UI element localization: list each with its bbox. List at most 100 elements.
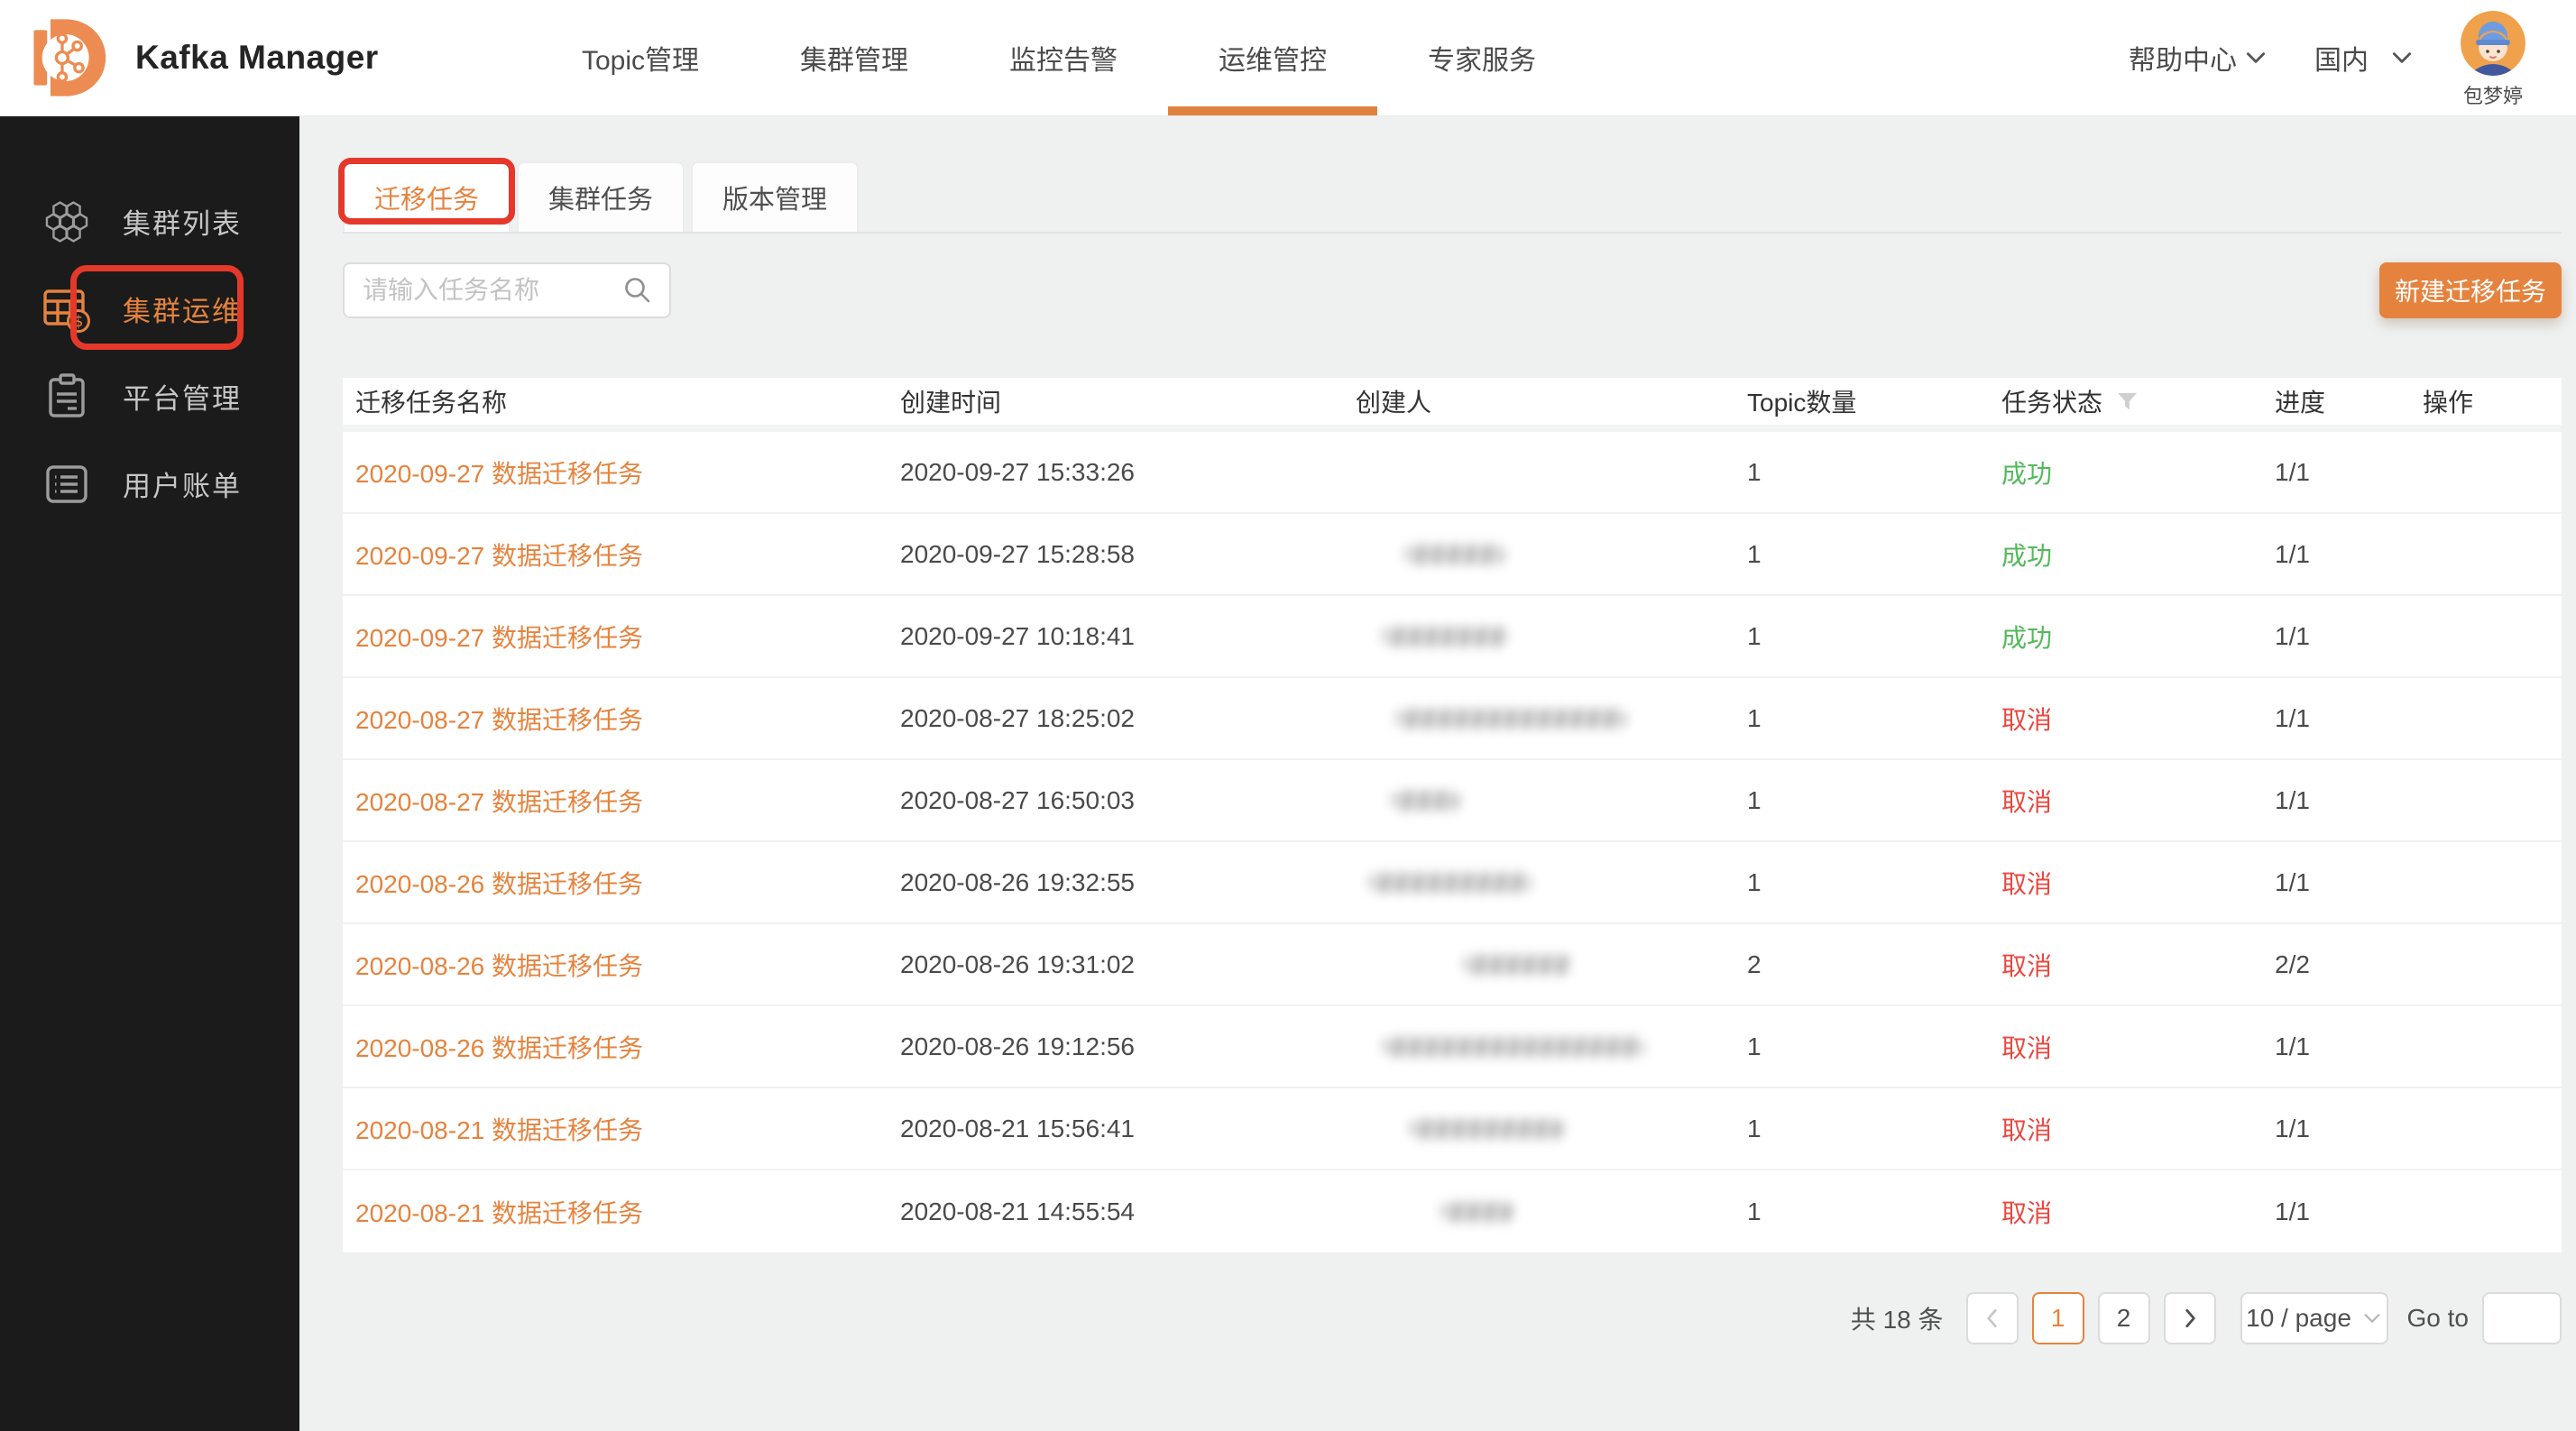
column-header-label: 任务状态 (2001, 383, 2102, 419)
created-time: 2020-08-21 14:55:54 (900, 1197, 1356, 1226)
created-time: 2020-09-27 15:28:58 (900, 540, 1356, 569)
task-status: 成功 (2001, 454, 2275, 491)
created-time: 2020-09-27 10:18:41 (900, 622, 1356, 651)
sidebar-item-label: 集群运维 (123, 289, 242, 329)
tab-迁移任务[interactable]: 迁移任务 (343, 161, 511, 232)
nav-item-集群管理[interactable]: 集群管理 (800, 0, 908, 115)
sidebar-item-平台管理[interactable]: 平台管理 (0, 353, 299, 440)
table-row: 2020-09-27 数据迁移任务2020-09-27 15:33:261成功1… (343, 432, 2562, 514)
topic-count: 1 (1747, 786, 2001, 815)
topic-count: 1 (1747, 1032, 2001, 1061)
task-name-link[interactable]: 2020-09-27 数据迁移任务 (355, 624, 643, 652)
new-migration-task-button[interactable]: 新建迁移任务 (2379, 262, 2562, 318)
created-time: 2020-08-26 19:31:02 (900, 950, 1356, 979)
task-status: 取消 (2001, 947, 2275, 983)
progress: 1/1 (2275, 1032, 2423, 1061)
user-menu[interactable]: 包梦婷 (2461, 0, 2525, 115)
topic-count: 1 (1747, 1197, 2001, 1226)
created-time: 2020-08-27 16:50:03 (900, 786, 1356, 815)
column-header-label: 进度 (2275, 383, 2325, 419)
creator-redacted-text (1396, 709, 1626, 729)
goto-page-input[interactable] (2482, 1292, 2562, 1344)
creator-cell (1356, 709, 1747, 729)
avatar (2461, 11, 2525, 76)
pagination-next-button[interactable] (2164, 1292, 2216, 1344)
region-dropdown[interactable]: 国内 (2314, 38, 2414, 78)
nav-item-Topic管理[interactable]: Topic管理 (582, 0, 699, 115)
column-header-label: Topic数量 (1747, 383, 1856, 419)
ops-billing-table-icon (41, 284, 92, 335)
column-header-label: 创建人 (1356, 383, 1431, 419)
task-name-link[interactable]: 2020-08-27 数据迁移任务 (355, 706, 643, 734)
task-name-link[interactable]: 2020-09-27 数据迁移任务 (355, 542, 643, 570)
help-center-label: 帮助中心 (2129, 38, 2237, 78)
sidebar-item-label: 平台管理 (123, 376, 242, 417)
help-center-dropdown[interactable]: 帮助中心 (2129, 38, 2268, 78)
task-name-link[interactable]: 2020-08-26 数据迁移任务 (355, 870, 643, 898)
chevron-left-icon (1981, 1307, 2004, 1330)
task-name-link[interactable]: 2020-08-26 数据迁移任务 (355, 1034, 643, 1062)
task-name-link[interactable]: 2020-08-21 数据迁移任务 (355, 1116, 643, 1144)
created-time: 2020-08-26 19:32:55 (900, 868, 1356, 897)
task-name-link[interactable]: 2020-09-27 数据迁移任务 (355, 460, 643, 488)
creator-redacted-text (1383, 627, 1509, 647)
nav-item-运维管控[interactable]: 运维管控 (1219, 0, 1327, 115)
clipboard-icon (41, 372, 92, 422)
task-status: 取消 (2001, 701, 2275, 737)
pagination-page-2[interactable]: 2 (2098, 1292, 2150, 1344)
task-search-input[interactable] (361, 275, 622, 306)
creator-cell (1356, 1037, 1747, 1057)
app-header: Kafka Manager Topic管理集群管理监控告警运维管控专家服务 帮助… (0, 0, 2576, 116)
creator-redacted-text (1392, 791, 1459, 811)
sidebar-item-集群运维[interactable]: 集群运维 (0, 265, 299, 353)
search-icon[interactable] (622, 275, 653, 306)
page-size-select[interactable]: 10 / page (2240, 1292, 2388, 1344)
nav-item-专家服务[interactable]: 专家服务 (1428, 0, 1536, 115)
pagination-page-1[interactable]: 1 (2032, 1292, 2084, 1344)
creator-redacted-text (1405, 545, 1504, 564)
tab-bar: 迁移任务集群任务版本管理 (343, 161, 2562, 234)
column-header-操作: 操作 (2423, 383, 2562, 419)
chevron-right-icon (2178, 1307, 2202, 1330)
tab-集群任务[interactable]: 集群任务 (517, 161, 685, 232)
task-status: 取消 (2001, 1194, 2275, 1230)
table-row: 2020-08-21 数据迁移任务2020-08-21 14:55:541取消1… (343, 1170, 2562, 1252)
pagination: 共 18 条 12 10 / page Go to (343, 1292, 2562, 1399)
task-name-link[interactable]: 2020-08-26 数据迁移任务 (355, 952, 643, 980)
topic-count: 1 (1747, 622, 2001, 651)
pagination-prev-button[interactable] (1966, 1292, 2019, 1344)
task-name-link[interactable]: 2020-08-27 数据迁移任务 (355, 788, 643, 816)
nav-item-监控告警[interactable]: 监控告警 (1009, 0, 1118, 115)
topic-count: 1 (1747, 704, 2001, 733)
progress: 1/1 (2275, 704, 2423, 733)
creator-redacted-text (1383, 1037, 1644, 1057)
topic-count: 1 (1747, 540, 2001, 569)
creator-cell (1356, 545, 1747, 564)
table-row: 2020-08-26 数据迁移任务2020-08-26 19:12:561取消1… (343, 1006, 2562, 1088)
kafka-manager-logo-icon (27, 14, 119, 101)
controls-row: 新建迁移任务 (343, 262, 2562, 318)
tab-版本管理[interactable]: 版本管理 (691, 161, 859, 232)
creator-redacted-text (1369, 873, 1532, 893)
table-row: 2020-09-27 数据迁移任务2020-09-27 15:28:581成功1… (343, 514, 2562, 596)
sidebar-item-label: 用户账单 (123, 463, 242, 504)
progress: 1/1 (2275, 622, 2423, 651)
task-name-link[interactable]: 2020-08-21 数据迁移任务 (355, 1199, 643, 1227)
task-search-box (343, 262, 671, 318)
table-row: 2020-08-26 数据迁移任务2020-08-26 19:32:551取消1… (343, 842, 2562, 924)
filter-funnel-icon[interactable] (2117, 391, 2138, 412)
sidebar-item-集群列表[interactable]: 集群列表 (0, 178, 299, 265)
progress: 1/1 (2275, 868, 2423, 897)
chevron-down-icon (2244, 46, 2268, 69)
creator-cell (1356, 627, 1747, 647)
header-right: 帮助中心 国内 包梦婷 (2129, 0, 2576, 115)
progress: 1/1 (2275, 786, 2423, 815)
brand: Kafka Manager (0, 0, 379, 115)
migration-task-table: 迁移任务名称创建时间创建人Topic数量任务状态进度操作 2020-09-27 … (343, 378, 2562, 1252)
topic-count: 2 (1747, 950, 2001, 979)
top-nav: Topic管理集群管理监控告警运维管控专家服务 (582, 0, 1536, 115)
table-row: 2020-08-27 数据迁移任务2020-08-27 18:25:021取消1… (343, 678, 2562, 760)
sidebar-item-用户账单[interactable]: 用户账单 (0, 440, 299, 527)
column-header-进度: 进度 (2275, 383, 2423, 419)
creator-cell (1356, 1119, 1747, 1139)
